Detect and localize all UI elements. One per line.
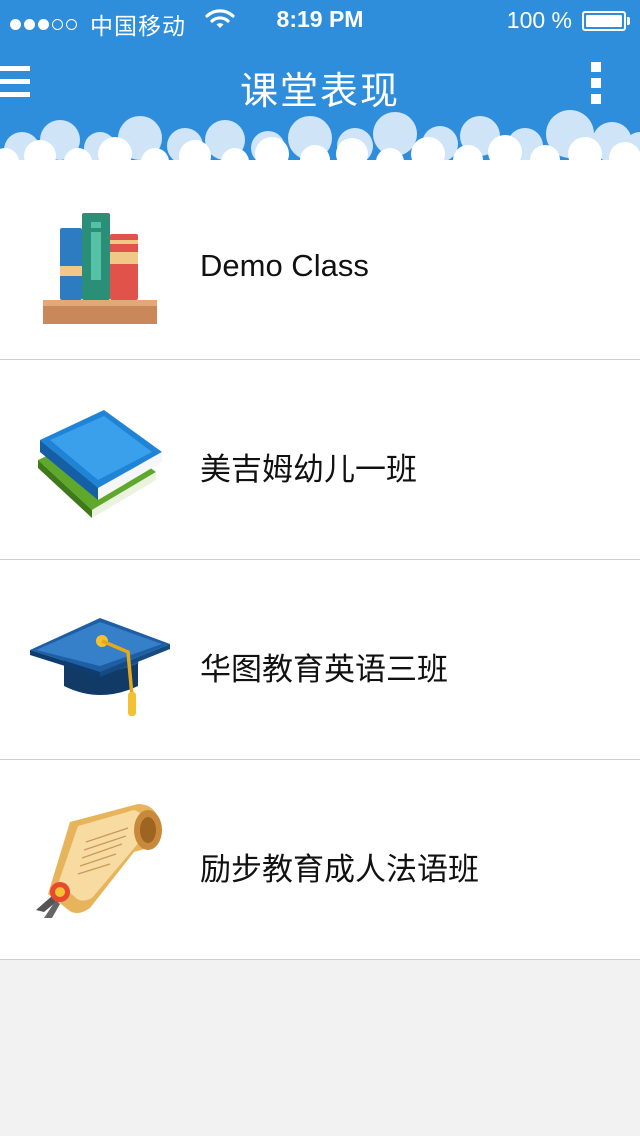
vertical-more-icon[interactable] <box>588 62 604 106</box>
battery-icon <box>582 10 626 31</box>
battery-tip <box>627 16 630 25</box>
graduation-cap-icon <box>30 618 170 716</box>
more-dot <box>591 78 601 88</box>
stacked-books-icon <box>38 410 162 518</box>
page-title: 课堂表现 <box>239 71 400 113</box>
cloud-decoration <box>0 110 640 160</box>
class-name: 美吉姆幼儿一班 <box>200 452 417 487</box>
class-list-item[interactable]: Demo Class <box>0 160 640 360</box>
class-list-item[interactable]: 美吉姆幼儿一班 <box>0 360 640 560</box>
battery-level <box>586 14 622 27</box>
status-right: 100 % <box>507 7 630 34</box>
class-name: Demo Class <box>200 248 369 283</box>
header: 中国移动 8:19 PM 100 % 课堂表现 <box>0 0 640 160</box>
class-list-item[interactable]: 励步教育成人法语班 <box>0 760 640 960</box>
class-name: 华图教育英语三班 <box>200 652 448 687</box>
diploma-scroll-icon <box>36 804 162 918</box>
class-list-item[interactable]: 华图教育英语三班 <box>0 560 640 760</box>
more-dot <box>591 94 601 104</box>
class-list: Demo Class 美吉姆幼儿一班 华图教育英语三班 励步教育成人法语班 <box>0 160 640 960</box>
bookshelf-icon <box>43 213 157 324</box>
status-bar: 中国移动 8:19 PM 100 % <box>0 0 640 40</box>
class-name: 励步教育成人法语班 <box>200 852 479 887</box>
more-dot <box>591 62 601 72</box>
battery-percentage: 100 % <box>506 7 572 33</box>
